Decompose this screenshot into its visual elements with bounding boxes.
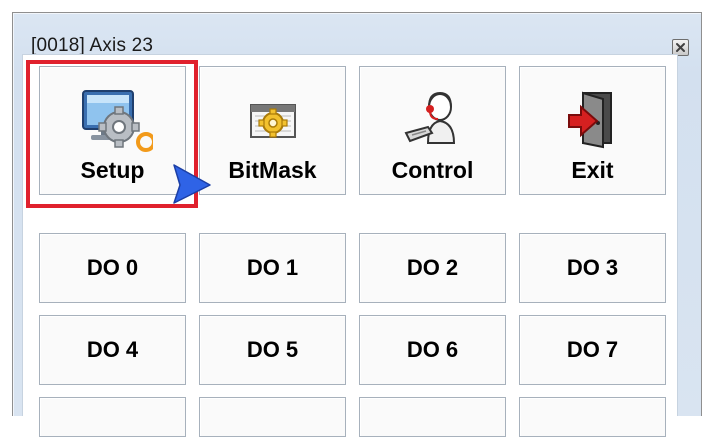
do-2-label: DO 2 [406,255,459,280]
do-4-button[interactable]: DO 4 [39,315,186,385]
exit-button[interactable]: Exit [519,66,666,195]
setup-label: Setup [80,157,145,183]
do-6-label: DO 6 [406,337,459,362]
exit-label: Exit [571,157,614,183]
control-label: Control [391,157,474,183]
setup-button[interactable]: Setup [39,66,186,195]
exit-icon [520,87,665,155]
do-1-button[interactable]: DO 1 [199,233,346,303]
bitmask-icon [200,87,345,155]
do-1-label: DO 1 [246,255,299,280]
do-3-label: DO 3 [566,255,619,280]
control-icon [360,87,505,155]
do-2-button[interactable]: DO 2 [359,233,506,303]
control-button[interactable]: Control [359,66,506,195]
do-3-button[interactable]: DO 3 [519,233,666,303]
bitmask-button[interactable]: BitMask [199,66,346,195]
do-7-button[interactable]: DO 7 [519,315,666,385]
setup-icon [40,87,185,155]
do-0-label: DO 0 [86,255,139,280]
do-5-button[interactable]: DO 5 [199,315,346,385]
next-row-button[interactable] [199,397,346,437]
do-6-button[interactable]: DO 6 [359,315,506,385]
do-7-label: DO 7 [566,337,619,362]
do-0-button[interactable]: DO 0 [39,233,186,303]
next-row-button[interactable] [359,397,506,437]
button-panel: Setup BitMask Control Exit DO 0 DO 1 DO … [22,54,678,437]
next-row-button[interactable] [519,397,666,437]
next-row-button[interactable] [39,397,186,437]
do-4-label: DO 4 [86,337,139,362]
do-5-label: DO 5 [246,337,299,362]
bitmask-label: BitMask [228,157,317,183]
